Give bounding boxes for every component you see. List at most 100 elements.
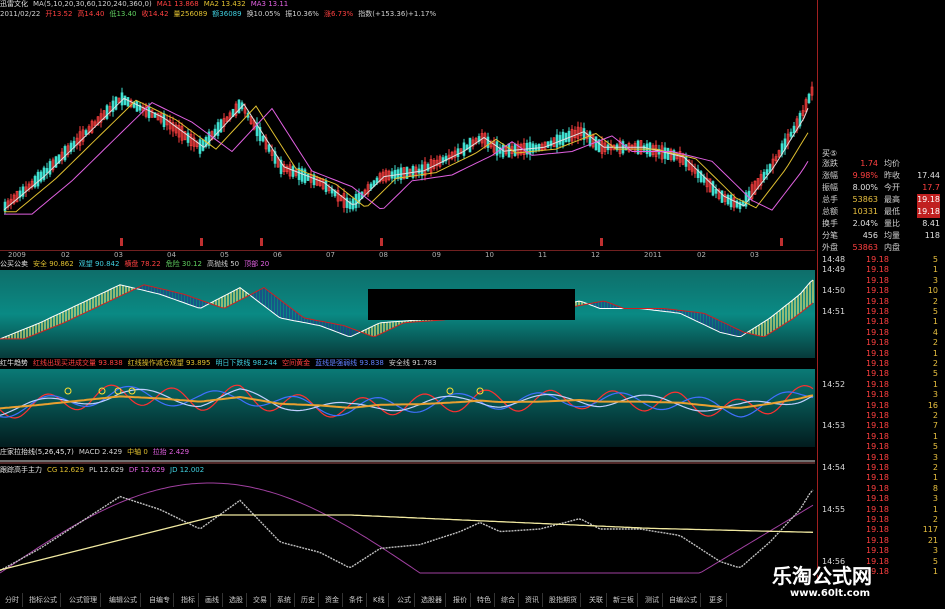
- header-label: 开13.52: [45, 10, 73, 18]
- quote-v1: 9.98%: [852, 171, 878, 180]
- date-tick: 10: [485, 251, 494, 259]
- bottom-tab[interactable]: 指标公式: [26, 593, 61, 607]
- candle-body: [36, 171, 40, 187]
- quote-v1: 456: [862, 231, 878, 240]
- bottom-tab[interactable]: 自编专: [146, 593, 174, 607]
- header-label: 公买公卖: [0, 260, 28, 268]
- candle-body: [291, 166, 295, 177]
- quote-row: 分笔 456 均量 118: [822, 230, 942, 242]
- bottom-tab[interactable]: 画线: [202, 593, 223, 607]
- candle-body: [261, 135, 265, 142]
- header-label: 高14.40: [77, 10, 105, 18]
- bottom-tab[interactable]: 特色: [474, 593, 495, 607]
- header-label: 安全 90.862: [33, 260, 74, 268]
- bottom-tab[interactable]: 报价: [450, 593, 471, 607]
- date-tick: 09: [432, 251, 441, 259]
- bottom-tab[interactable]: 历史: [298, 593, 319, 607]
- candle-body: [594, 136, 598, 151]
- bottom-tab[interactable]: 公式: [394, 593, 415, 607]
- quote-v1: 1.74: [860, 159, 878, 168]
- bottom-tab[interactable]: 自编公式: [666, 593, 701, 607]
- candle-body: [720, 190, 724, 203]
- date-tick: 2011: [644, 251, 662, 259]
- candle-body: [807, 93, 811, 104]
- quote-v1: 2.04%: [852, 219, 878, 228]
- tick-vo: 1: [932, 567, 938, 576]
- candle-body: [789, 131, 793, 137]
- bottom-tab[interactable]: 更多: [706, 593, 727, 607]
- bottom-tab[interactable]: 条件: [346, 593, 367, 607]
- quote-k2: 昨收: [884, 171, 900, 180]
- candle-body: [642, 145, 646, 151]
- indicator4-panel[interactable]: [0, 475, 815, 579]
- header-label: 观望 90.842: [78, 260, 120, 268]
- quote-v2: 17.7: [922, 183, 940, 192]
- candle-body: [765, 169, 769, 175]
- candle-body: [567, 130, 571, 142]
- candle-body: [555, 134, 559, 148]
- candle-body: [63, 146, 67, 161]
- header-label: 涨6.73%: [323, 10, 354, 18]
- quote-k2: 均量: [884, 231, 900, 240]
- header-label: 安全线 91.783: [388, 359, 437, 367]
- bottom-tab[interactable]: 交易: [250, 593, 271, 607]
- quote-row: 涨跌 1.74 均价: [822, 158, 942, 170]
- quote-v2: 19.18: [917, 194, 940, 206]
- quote-k: 振幅: [822, 183, 838, 192]
- bottom-tab[interactable]: 资金: [322, 593, 343, 607]
- candle-body: [729, 194, 733, 208]
- header-label: 跟踪高手主力: [0, 466, 42, 474]
- bottom-tab[interactable]: 分时: [2, 593, 23, 607]
- header-label: 顶部 20: [244, 260, 270, 268]
- header-label: 横盘 78.22: [124, 260, 161, 268]
- bottom-tab[interactable]: 关联: [586, 593, 607, 607]
- bottom-tab[interactable]: 公式管理: [66, 593, 101, 607]
- bottom-tab[interactable]: 新三板: [610, 593, 638, 607]
- header-label: 2011/02/22: [0, 10, 41, 18]
- bottom-tab[interactable]: 系统: [274, 593, 295, 607]
- date-tick: 02: [697, 251, 706, 259]
- bottom-tab[interactable]: K线: [370, 593, 389, 607]
- watermark-logo-text: 乐淘公式网: [772, 564, 872, 588]
- bottom-tab[interactable]: 选股: [226, 593, 247, 607]
- quote-k: 涨幅: [822, 171, 838, 180]
- quote-k2: 均价: [884, 159, 900, 168]
- bottom-tab[interactable]: 编辑公式: [106, 593, 141, 607]
- header-label: 高抛线 50: [206, 260, 240, 268]
- indicator2-panel[interactable]: [0, 369, 815, 447]
- header-label: 收14.42: [141, 10, 169, 18]
- header-label: 换10.05%: [246, 10, 281, 18]
- chart-header-line2: 2011/02/22 开13.52 高14.40 低13.40 收14.42 量25608…: [0, 10, 815, 19]
- header-label: MA1 13.868: [156, 0, 199, 8]
- price-chart[interactable]: [0, 20, 815, 250]
- header-label: 指数(+153.36)+1.17%: [358, 10, 437, 18]
- quote-k2: 今开: [884, 183, 900, 192]
- bottom-tab[interactable]: 测试: [642, 593, 663, 607]
- candle-body: [33, 175, 37, 188]
- header-label: 低13.40: [109, 10, 137, 18]
- header-label: 庄家拉抬线(5,26,45,7): [0, 448, 74, 456]
- date-tick: 11: [538, 251, 547, 259]
- volume-bar: [380, 238, 383, 246]
- date-tick: 04: [167, 251, 176, 259]
- quote-k2: 量比: [884, 219, 900, 228]
- bottom-tab[interactable]: 指标: [178, 593, 199, 607]
- date-tick: 12: [591, 251, 600, 259]
- volume-bar: [780, 238, 783, 246]
- bottom-tab[interactable]: 股指期货: [546, 593, 581, 607]
- candle-body: [186, 132, 190, 143]
- indicator2-background: [0, 369, 815, 447]
- indicator1-header: 公买公卖 安全 90.862 观望 90.842 横盘 78.22 危险 30.12 高抛…: [0, 260, 815, 269]
- bottom-tab[interactable]: 综合: [498, 593, 519, 607]
- indicator4-yellow-line: [0, 514, 814, 571]
- indicator3-panel[interactable]: [0, 457, 815, 465]
- date-tick: 06: [273, 251, 282, 259]
- quote-v1: 53863: [852, 195, 878, 204]
- candle-body: [84, 130, 88, 136]
- candle-body: [714, 188, 718, 194]
- volume-bar: [260, 238, 263, 246]
- bottom-tab[interactable]: 资讯: [522, 593, 543, 607]
- bottom-tab[interactable]: 选股器: [418, 593, 446, 607]
- header-label: PL 12.629: [89, 466, 124, 474]
- moving-average-line: [3, 97, 809, 211]
